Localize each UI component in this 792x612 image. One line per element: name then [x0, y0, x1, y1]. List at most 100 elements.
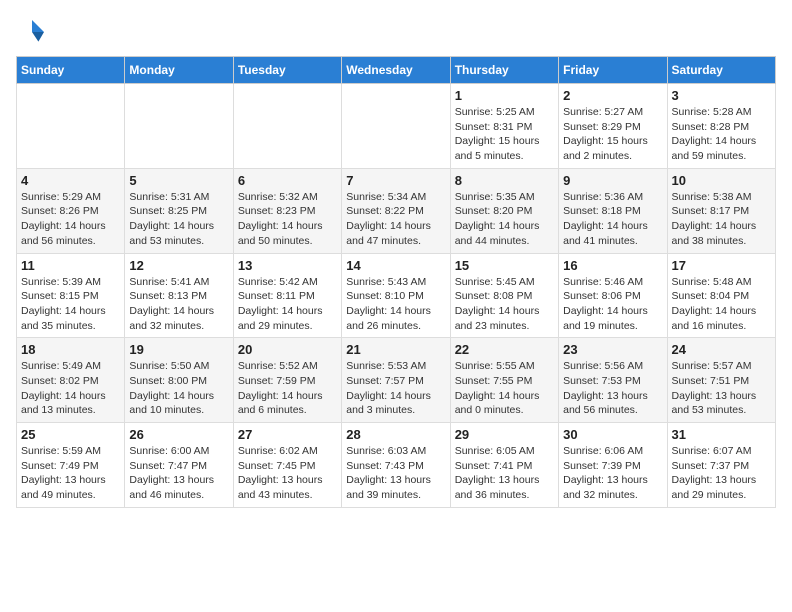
day-number: 5: [129, 173, 228, 188]
calendar-cell: 15 Sunrise: 5:45 AMSunset: 8:08 PMDayligh…: [450, 253, 558, 338]
day-info: Sunrise: 5:31 AMSunset: 8:25 PMDaylight:…: [129, 190, 228, 249]
day-info: Sunrise: 5:35 AMSunset: 8:20 PMDaylight:…: [455, 190, 554, 249]
day-info: Sunrise: 5:48 AMSunset: 8:04 PMDaylight:…: [672, 275, 771, 334]
calendar-cell: 6 Sunrise: 5:32 AMSunset: 8:23 PMDaylight…: [233, 168, 341, 253]
day-number: 16: [563, 258, 662, 273]
day-info: Sunrise: 5:50 AMSunset: 8:00 PMDaylight:…: [129, 359, 228, 418]
day-info: Sunrise: 5:49 AMSunset: 8:02 PMDaylight:…: [21, 359, 120, 418]
calendar-cell: 27Sunrise: 6:02 AMSunset: 7:45 PMDayligh…: [233, 423, 341, 508]
calendar-table: SundayMondayTuesdayWednesdayThursdayFrid…: [16, 56, 776, 508]
day-info: Sunrise: 5:59 AMSunset: 7:49 PMDaylight:…: [21, 444, 120, 503]
day-info: Sunrise: 6:05 AMSunset: 7:41 PMDaylight:…: [455, 444, 554, 503]
day-number: 30: [563, 427, 662, 442]
day-number: 6: [238, 173, 337, 188]
day-info: Sunrise: 6:00 AMSunset: 7:47 PMDaylight:…: [129, 444, 228, 503]
day-number: 15: [455, 258, 554, 273]
day-number: 9: [563, 173, 662, 188]
day-number: 26: [129, 427, 228, 442]
day-info: Sunrise: 5:38 AMSunset: 8:17 PMDaylight:…: [672, 190, 771, 249]
calendar-cell: [342, 84, 450, 169]
day-info: Sunrise: 6:06 AMSunset: 7:39 PMDaylight:…: [563, 444, 662, 503]
calendar-cell: 25 Sunrise: 5:59 AMSunset: 7:49 PMDayligh…: [17, 423, 125, 508]
calendar-cell: 17Sunrise: 5:48 AMSunset: 8:04 PMDayligh…: [667, 253, 775, 338]
logo-icon: [16, 16, 48, 48]
calendar-cell: 22Sunrise: 5:55 AMSunset: 7:55 PMDayligh…: [450, 338, 558, 423]
day-info: Sunrise: 6:03 AMSunset: 7:43 PMDaylight:…: [346, 444, 445, 503]
page-header: [16, 16, 776, 48]
calendar-cell: 23 Sunrise: 5:56 AMSunset: 7:53 PMDayligh…: [559, 338, 667, 423]
calendar-cell: 9 Sunrise: 5:36 AMSunset: 8:18 PMDaylight…: [559, 168, 667, 253]
calendar-cell: 8 Sunrise: 5:35 AMSunset: 8:20 PMDaylight…: [450, 168, 558, 253]
calendar-cell: 16 Sunrise: 5:46 AMSunset: 8:06 PMDayligh…: [559, 253, 667, 338]
day-info: Sunrise: 5:56 AMSunset: 7:53 PMDaylight:…: [563, 359, 662, 418]
calendar-cell: 24 Sunrise: 5:57 AMSunset: 7:51 PMDayligh…: [667, 338, 775, 423]
calendar-cell: 20Sunrise: 5:52 AMSunset: 7:59 PMDayligh…: [233, 338, 341, 423]
day-number: 21: [346, 342, 445, 357]
day-info: Sunrise: 5:45 AMSunset: 8:08 PMDaylight:…: [455, 275, 554, 334]
calendar-cell: [233, 84, 341, 169]
day-number: 12: [129, 258, 228, 273]
day-number: 8: [455, 173, 554, 188]
day-number: 28: [346, 427, 445, 442]
calendar-day-header: Tuesday: [233, 57, 341, 84]
day-number: 13: [238, 258, 337, 273]
day-info: Sunrise: 5:57 AMSunset: 7:51 PMDaylight:…: [672, 359, 771, 418]
calendar-cell: 5 Sunrise: 5:31 AMSunset: 8:25 PMDaylight…: [125, 168, 233, 253]
day-number: 23: [563, 342, 662, 357]
calendar-day-header: Wednesday: [342, 57, 450, 84]
day-number: 24: [672, 342, 771, 357]
day-number: 18: [21, 342, 120, 357]
calendar-cell: 13 Sunrise: 5:42 AMSunset: 8:11 PMDayligh…: [233, 253, 341, 338]
day-number: 3: [672, 88, 771, 103]
calendar-day-header: Thursday: [450, 57, 558, 84]
calendar-cell: [125, 84, 233, 169]
calendar-cell: 3 Sunrise: 5:28 AMSunset: 8:28 PMDaylight…: [667, 84, 775, 169]
calendar-cell: 12 Sunrise: 5:41 AMSunset: 8:13 PMDayligh…: [125, 253, 233, 338]
day-info: Sunrise: 5:27 AMSunset: 8:29 PMDaylight:…: [563, 105, 662, 164]
logo: [16, 16, 52, 48]
calendar-week-row: 1 Sunrise: 5:25 AMSunset: 8:31 PMDaylight…: [17, 84, 776, 169]
day-info: Sunrise: 5:34 AMSunset: 8:22 PMDaylight:…: [346, 190, 445, 249]
day-number: 7: [346, 173, 445, 188]
day-info: Sunrise: 5:29 AMSunset: 8:26 PMDaylight:…: [21, 190, 120, 249]
day-number: 14: [346, 258, 445, 273]
day-info: Sunrise: 6:02 AMSunset: 7:45 PMDaylight:…: [238, 444, 337, 503]
day-info: Sunrise: 5:41 AMSunset: 8:13 PMDaylight:…: [129, 275, 228, 334]
day-info: Sunrise: 5:28 AMSunset: 8:28 PMDaylight:…: [672, 105, 771, 164]
day-number: 20: [238, 342, 337, 357]
day-info: Sunrise: 5:25 AMSunset: 8:31 PMDaylight:…: [455, 105, 554, 164]
day-number: 4: [21, 173, 120, 188]
day-info: Sunrise: 5:46 AMSunset: 8:06 PMDaylight:…: [563, 275, 662, 334]
day-info: Sunrise: 5:32 AMSunset: 8:23 PMDaylight:…: [238, 190, 337, 249]
day-number: 25: [21, 427, 120, 442]
calendar-week-row: 4 Sunrise: 5:29 AMSunset: 8:26 PMDaylight…: [17, 168, 776, 253]
calendar-cell: 18 Sunrise: 5:49 AMSunset: 8:02 PMDayligh…: [17, 338, 125, 423]
day-info: Sunrise: 5:36 AMSunset: 8:18 PMDaylight:…: [563, 190, 662, 249]
day-number: 29: [455, 427, 554, 442]
day-info: Sunrise: 5:43 AMSunset: 8:10 PMDaylight:…: [346, 275, 445, 334]
calendar-day-header: Friday: [559, 57, 667, 84]
calendar-cell: 30 Sunrise: 6:06 AMSunset: 7:39 PMDayligh…: [559, 423, 667, 508]
day-number: 1: [455, 88, 554, 103]
calendar-week-row: 11 Sunrise: 5:39 AMSunset: 8:15 PMDayligh…: [17, 253, 776, 338]
calendar-cell: 31Sunrise: 6:07 AMSunset: 7:37 PMDayligh…: [667, 423, 775, 508]
calendar-day-header: Sunday: [17, 57, 125, 84]
day-number: 31: [672, 427, 771, 442]
calendar-day-header: Saturday: [667, 57, 775, 84]
calendar-cell: 21 Sunrise: 5:53 AMSunset: 7:57 PMDayligh…: [342, 338, 450, 423]
day-info: Sunrise: 5:42 AMSunset: 8:11 PMDaylight:…: [238, 275, 337, 334]
calendar-week-row: 25 Sunrise: 5:59 AMSunset: 7:49 PMDayligh…: [17, 423, 776, 508]
day-info: Sunrise: 5:53 AMSunset: 7:57 PMDaylight:…: [346, 359, 445, 418]
calendar-cell: 4 Sunrise: 5:29 AMSunset: 8:26 PMDaylight…: [17, 168, 125, 253]
calendar-cell: 29 Sunrise: 6:05 AMSunset: 7:41 PMDayligh…: [450, 423, 558, 508]
day-number: 11: [21, 258, 120, 273]
calendar-cell: 11 Sunrise: 5:39 AMSunset: 8:15 PMDayligh…: [17, 253, 125, 338]
day-info: Sunrise: 5:39 AMSunset: 8:15 PMDaylight:…: [21, 275, 120, 334]
calendar-week-row: 18 Sunrise: 5:49 AMSunset: 8:02 PMDayligh…: [17, 338, 776, 423]
calendar-cell: 10Sunrise: 5:38 AMSunset: 8:17 PMDayligh…: [667, 168, 775, 253]
day-number: 22: [455, 342, 554, 357]
day-number: 2: [563, 88, 662, 103]
calendar-day-header: Monday: [125, 57, 233, 84]
calendar-cell: 1 Sunrise: 5:25 AMSunset: 8:31 PMDaylight…: [450, 84, 558, 169]
calendar-cell: 28 Sunrise: 6:03 AMSunset: 7:43 PMDayligh…: [342, 423, 450, 508]
